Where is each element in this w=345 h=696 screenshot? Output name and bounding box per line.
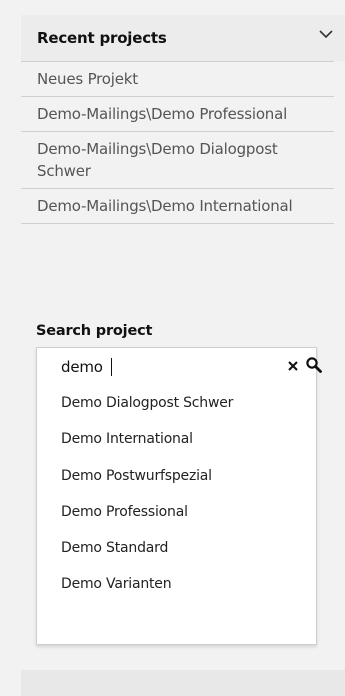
search-results: Demo Dialogpost Schwer Demo Internationa…	[61, 395, 311, 613]
search-result-item[interactable]: Demo Dialogpost Schwer	[61, 395, 311, 431]
search-project-label: Search project	[36, 323, 153, 339]
search-result-item[interactable]: Demo Professional	[61, 504, 311, 540]
search-input[interactable]	[61, 356, 251, 378]
search-icon[interactable]	[305, 356, 323, 374]
search-result-item[interactable]: Demo International	[61, 431, 311, 467]
text-caret	[111, 358, 112, 376]
search-result-item[interactable]: Demo Varianten	[61, 576, 311, 612]
search-project-dropdown: Demo Dialogpost Schwer Demo Internationa…	[36, 347, 322, 645]
recent-projects-list: Neues Projekt Demo-Mailings\Demo Profess…	[21, 61, 334, 224]
search-result-item[interactable]: Demo Postwurfspezial	[61, 468, 311, 504]
chevron-down-icon[interactable]	[317, 25, 335, 43]
recent-projects-header[interactable]: Recent projects	[21, 15, 345, 61]
next-section-header[interactable]	[21, 670, 345, 696]
recent-project-item[interactable]: Demo-Mailings\Demo Professional	[21, 97, 334, 132]
recent-projects-title: Recent projects	[37, 29, 167, 47]
search-result-item[interactable]: Demo Standard	[61, 540, 311, 576]
project-panel: Recent projects Neues Projekt Demo-Maili…	[0, 0, 345, 696]
close-icon[interactable]	[287, 360, 299, 372]
recent-project-item[interactable]: Demo-Mailings\Demo International	[21, 189, 334, 224]
recent-project-item[interactable]: Demo-Mailings\Demo Dialogpost Schwer	[21, 132, 334, 189]
recent-project-item[interactable]: Neues Projekt	[21, 61, 334, 97]
